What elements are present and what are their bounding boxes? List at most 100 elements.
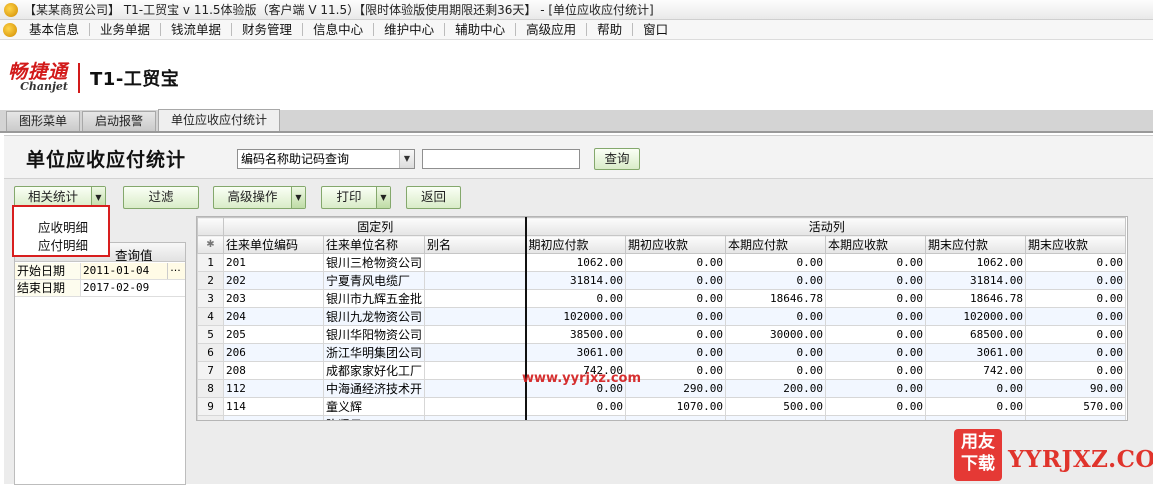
cell-period-receivable: 0.00 [825, 307, 927, 326]
cell-period-payable: 18646.78 [725, 289, 827, 308]
cell-opening-receivable: 0.00 [625, 307, 727, 326]
cell-opening-receivable: 1000.00 [625, 415, 727, 420]
tab-unit-ar-ap-stats[interactable]: 单位应收应付统计 [158, 109, 281, 131]
menu-business-docs[interactable]: 业务单据 [90, 23, 162, 36]
column-group-row: 固定列 活动列 [197, 217, 1127, 236]
cell-period-receivable: 0.00 [825, 289, 927, 308]
cell-unit-name: 童义辉 [322, 397, 426, 416]
cell-closing-payable: 0.00 [925, 397, 1027, 416]
advanced-ops-button[interactable]: 高级操作 ▼ [213, 186, 306, 209]
cell-opening-receivable: 0.00 [625, 325, 727, 344]
cell-closing-payable: 0.00 [925, 379, 1027, 398]
row-index: 7 [197, 361, 224, 380]
table-row[interactable]: 2 202 宁夏青风电缆厂 31814.00 0.00 0.00 0.00 31814.00 0… [197, 271, 1127, 290]
cell-unit-code: 201 [223, 253, 324, 272]
menu-maintenance[interactable]: 维护中心 [374, 23, 446, 36]
filter-row-end-date[interactable]: 结束日期 2017-02-09 [15, 280, 185, 297]
search-mode-value: 编码名称助记码查询 [241, 152, 350, 166]
cell-unit-name: 银川九龙物资公司 [322, 307, 426, 326]
tab-startup-alerts[interactable]: 启动报警 [82, 111, 157, 131]
results-grid[interactable]: 固定列 活动列 ✱ 往来单位编码 往来单位名称 别名 期初应付款 期初应收款 本… [196, 216, 1128, 421]
search-mode-select[interactable]: 编码名称助记码查询 ▼ [237, 149, 415, 169]
menu-help[interactable]: 帮助 [587, 23, 634, 36]
cell-unit-name: 银川市九辉五金批 [322, 289, 426, 308]
table-row[interactable]: 6 206 浙江华明集团公司 3061.00 0.00 0.00 0.00 3061.00 0.… [197, 343, 1127, 362]
app-menu-icon[interactable] [3, 22, 17, 37]
chevron-down-icon[interactable]: ▼ [291, 187, 305, 208]
date-picker-icon[interactable]: ··· [167, 263, 183, 279]
end-date-value[interactable]: 2017-02-09 [83, 280, 149, 296]
table-row[interactable]: 1 201 银川三枪物资公司 1062.00 0.00 0.00 0.00 1062.00 0.… [197, 253, 1127, 272]
col-unit-code[interactable]: 往来单位编码 [223, 235, 324, 254]
table-row[interactable]: 5 205 银川华阳物资公司 38500.00 0.00 30000.00 0.00 6850… [197, 325, 1127, 344]
cell-closing-payable: 0.00 [925, 415, 1027, 420]
cell-closing-receivable: 0.00 [1025, 343, 1127, 362]
chanjet-logo: 畅捷通 Chanjet [8, 63, 68, 93]
table-row[interactable]: 10115陈贤云0.001000.000.000.000.001000.00 [197, 415, 1127, 420]
col-opening-payable[interactable]: 期初应付款 [525, 235, 627, 254]
menu-item-receivable-detail[interactable]: 应收明细 [38, 217, 88, 236]
table-row[interactable]: 8 112 中海通经济技术开 0.00 290.00 200.00 0.00 0.00 90.0… [197, 379, 1127, 398]
chevron-down-icon[interactable]: ▼ [399, 150, 414, 168]
search-input[interactable] [422, 149, 580, 169]
menu-advanced[interactable]: 高级应用 [516, 23, 588, 36]
table-row[interactable]: 3 203 银川市九辉五金批 0.00 0.00 18646.78 0.00 18646.78… [197, 289, 1127, 308]
menu-bar: 基本信息 业务单据 钱流单据 财务管理 信息中心 维护中心 辅助中心 高级应用 … [0, 20, 1153, 40]
cell-closing-receivable: 0.00 [1025, 361, 1127, 380]
start-date-value[interactable]: 2011-01-04 [83, 263, 149, 279]
site-logo-text: YYRJXZ.COM [1008, 446, 1153, 473]
print-button[interactable]: 打印 ▼ [321, 186, 391, 209]
grid-corner [197, 217, 224, 236]
cell-alias [424, 343, 527, 362]
table-row[interactable]: 7 208 成都家家好化工厂 742.00 0.00 0.00 0.00 742.00 0.00 [197, 361, 1127, 380]
menu-finance[interactable]: 财务管理 [232, 23, 304, 36]
cell-opening-payable: 0.00 [525, 415, 627, 420]
cell-unit-code: 112 [223, 379, 324, 398]
row-index: 3 [197, 289, 224, 308]
select-all-star[interactable]: ✱ [197, 235, 224, 254]
cell-period-receivable: 0.00 [825, 397, 927, 416]
cell-unit-name: 中海通经济技术开 [322, 379, 426, 398]
col-opening-receivable[interactable]: 期初应收款 [625, 235, 727, 254]
tab-graphic-menu[interactable]: 图形菜单 [6, 111, 81, 131]
col-closing-payable[interactable]: 期末应付款 [925, 235, 1027, 254]
table-row[interactable]: 4 204 银川九龙物资公司 102000.00 0.00 0.00 0.00 102000.… [197, 307, 1127, 326]
cell-unit-code: 208 [223, 361, 324, 380]
col-closing-receivable[interactable]: 期末应收款 [1025, 235, 1127, 254]
cell-alias [424, 397, 527, 416]
cell-closing-receivable: 0.00 [1025, 307, 1127, 326]
grid-body: 1 201 银川三枪物资公司 1062.00 0.00 0.00 0.00 1062.00 0.… [197, 253, 1127, 420]
cell-closing-payable: 742.00 [925, 361, 1027, 380]
cell-opening-payable: 0.00 [525, 397, 627, 416]
cell-closing-payable: 1062.00 [925, 253, 1027, 272]
menu-info-center[interactable]: 信息中心 [303, 23, 375, 36]
cell-period-receivable: 0.00 [825, 361, 927, 380]
query-button[interactable]: 查询 [594, 148, 640, 170]
cell-period-receivable: 0.00 [825, 325, 927, 344]
menu-window[interactable]: 窗口 [633, 23, 678, 36]
cell-period-payable: 0.00 [725, 343, 827, 362]
menu-item-payable-detail[interactable]: 应付明细 [38, 235, 88, 254]
query-filter-panel: 查询值 开始日期 2011-01-04 ··· 结束日期 2017-02-09 [14, 242, 186, 485]
row-index: 5 [197, 325, 224, 344]
menu-basic-info[interactable]: 基本信息 [19, 23, 91, 36]
col-alias[interactable]: 别名 [424, 235, 527, 254]
filter-row-start-date[interactable]: 开始日期 2011-01-04 ··· [15, 263, 185, 280]
col-unit-name[interactable]: 往来单位名称 [322, 235, 426, 254]
table-row[interactable]: 9 114 童义辉 0.00 1070.00 500.00 0.00 0.00 570.00 [197, 397, 1127, 416]
results-table: 固定列 活动列 ✱ 往来单位编码 往来单位名称 别名 期初应付款 期初应收款 本… [197, 217, 1127, 420]
row-index: 9 [197, 397, 224, 416]
watermark: www.yyrjxz.com [522, 371, 642, 386]
cell-opening-receivable: 1070.00 [625, 397, 727, 416]
menu-cashflow-docs[interactable]: 钱流单据 [161, 23, 233, 36]
chevron-down-icon[interactable]: ▼ [376, 187, 390, 208]
cell-opening-payable: 3061.00 [525, 343, 627, 362]
cell-opening-payable: 31814.00 [525, 271, 627, 290]
cell-unit-name: 银川三枪物资公司 [322, 253, 426, 272]
col-period-receivable[interactable]: 本期应收款 [825, 235, 927, 254]
related-stats-dropdown: 应收明细 应付明细 [12, 205, 110, 257]
filter-button[interactable]: 过滤 [123, 186, 199, 209]
menu-auxiliary[interactable]: 辅助中心 [445, 23, 517, 36]
back-button[interactable]: 返回 [406, 186, 461, 209]
col-period-payable[interactable]: 本期应付款 [725, 235, 827, 254]
